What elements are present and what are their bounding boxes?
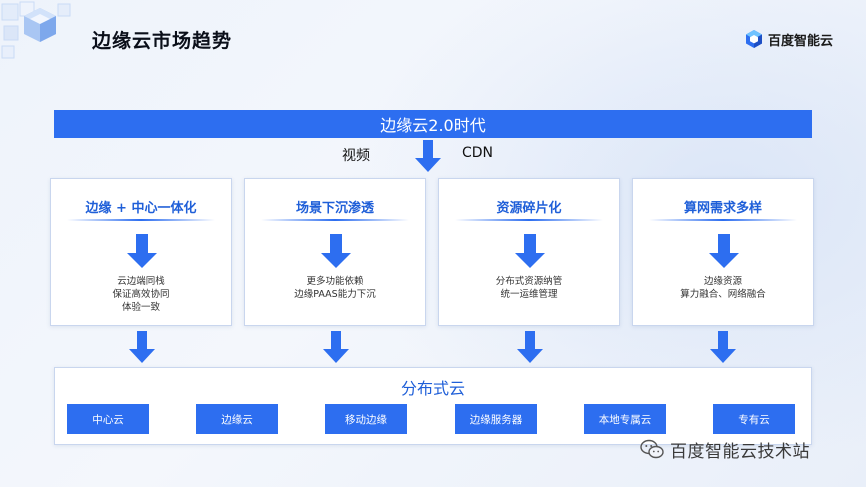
card-line: 分布式资源纳管 — [495, 276, 563, 287]
card-description: 边缘资源 算力融合、网络融合 — [633, 275, 813, 301]
cloud-type-local-dedicated: 本地专属云 — [584, 404, 666, 434]
trend-card: 资源碎片化 分布式资源纳管 统一运维管理 — [438, 178, 620, 326]
cloud-type-private: 专有云 — [713, 404, 795, 434]
wechat-icon — [640, 439, 664, 459]
trend-card: 边缘 + 中心一体化 云边端同栈 保证高效协同 体验一致 — [50, 178, 232, 326]
watermark-text: 百度智能云技术站 — [670, 441, 810, 462]
arrow-down-icon — [415, 140, 441, 172]
driver-label-video: 视频 — [342, 148, 370, 164]
card-description: 云边端同栈 保证高效协同 体验一致 — [51, 275, 231, 314]
baidu-cloud-logo-icon — [746, 30, 762, 48]
brand-name: 百度智能云 — [768, 33, 834, 49]
distributed-cloud-title: 分布式云 — [400, 379, 465, 398]
arrow-down-icon — [517, 331, 543, 363]
era-banner: 边缘云2.0时代 — [54, 110, 812, 138]
arrow-down-icon — [129, 331, 155, 363]
driver-label-cdn: CDN — [462, 145, 494, 161]
page-title: 边缘云市场趋势 — [92, 30, 233, 52]
divider — [67, 219, 215, 221]
card-line: 算力融合、网络融合 — [680, 289, 766, 300]
distributed-cloud-panel: 分布式云 中心云 边缘云 移动边缘 边缘服务器 本地专属云 专有云 — [54, 367, 812, 445]
card-line: 边缘资源 — [703, 276, 742, 287]
cloud-type-edge: 边缘云 — [196, 404, 278, 434]
card-line: 更多功能依赖 — [306, 276, 364, 287]
arrow-down-icon — [127, 234, 157, 268]
card-title: 资源碎片化 — [496, 201, 562, 216]
arrow-down-icon — [710, 331, 736, 363]
card-title: 场景下沉渗透 — [295, 201, 374, 216]
decorative-cubes-graphic — [1, 1, 71, 59]
trend-card: 场景下沉渗透 更多功能依赖 边缘PAAS能力下沉 — [244, 178, 426, 326]
card-line: 统一运维管理 — [500, 289, 558, 300]
arrow-down-icon — [321, 234, 351, 268]
card-line: 体验一致 — [121, 302, 160, 313]
brand-logo-group: 百度智能云 — [744, 28, 833, 50]
card-description: 分布式资源纳管 统一运维管理 — [439, 275, 619, 301]
arrow-down-icon — [709, 234, 739, 268]
divider — [649, 219, 797, 221]
watermark: 百度智能云技术站 — [640, 436, 810, 462]
divider — [261, 219, 409, 221]
arrow-down-icon — [515, 234, 545, 268]
card-line: 云边端同栈 — [117, 276, 165, 287]
card-title: 算网需求多样 — [683, 201, 762, 216]
cloud-type-edge-server: 边缘服务器 — [455, 404, 537, 434]
card-title: 边缘 + 中心一体化 — [85, 201, 197, 216]
divider — [455, 219, 603, 221]
card-line: 边缘PAAS能力下沉 — [294, 289, 376, 300]
trend-card: 算网需求多样 边缘资源 算力融合、网络融合 — [632, 178, 814, 326]
cloud-type-center: 中心云 — [67, 404, 149, 434]
cloud-type-mobile-edge: 移动边缘 — [325, 404, 407, 434]
card-line: 保证高效协同 — [112, 289, 170, 300]
card-description: 更多功能依赖 边缘PAAS能力下沉 — [245, 275, 425, 301]
arrow-down-icon — [323, 331, 349, 363]
